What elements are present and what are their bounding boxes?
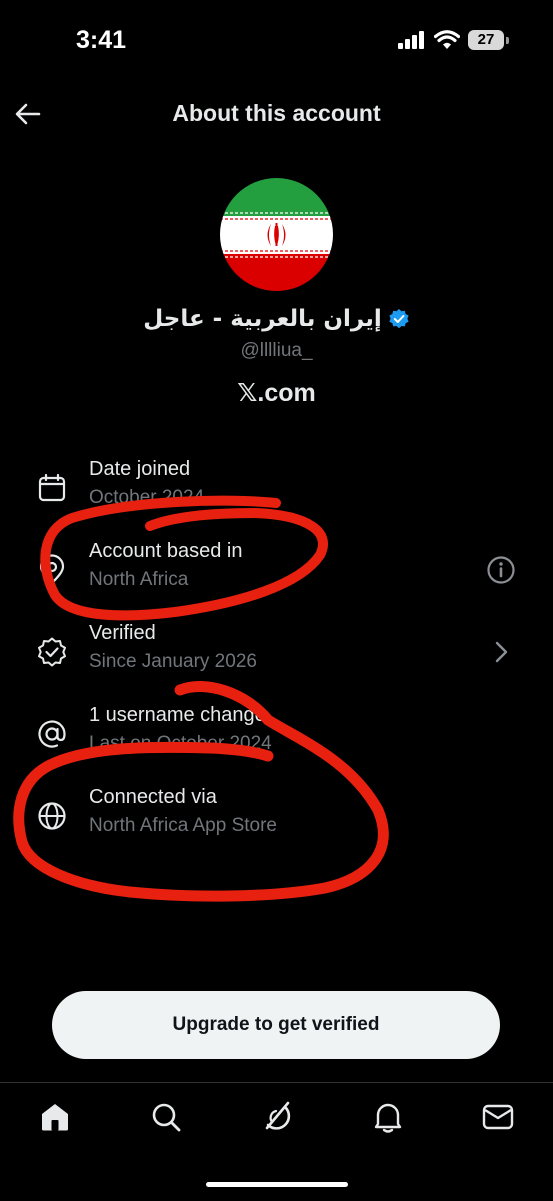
home-indicator — [206, 1182, 348, 1187]
row-username-changes: 1 username change Last on October 2024 — [0, 704, 553, 774]
avatar[interactable] — [220, 178, 333, 291]
username-handle: @lllliua_ — [240, 340, 313, 361]
info-icon[interactable] — [485, 554, 517, 586]
row-title: Verified — [89, 622, 156, 644]
status-time: 3:41 — [76, 26, 127, 54]
cellular-signal-icon — [398, 31, 424, 49]
status-indicators: 27 — [398, 30, 509, 50]
row-verified[interactable]: Verified Since January 2026 — [0, 622, 553, 692]
row-date-joined: Date joined October 2024 — [0, 458, 553, 528]
battery-level: 27 — [468, 30, 504, 50]
at-sign-icon — [38, 720, 66, 748]
display-name: إيران بالعربية - عاجل — [143, 306, 382, 332]
row-title: Account based in — [89, 540, 243, 562]
grok-icon[interactable] — [259, 1099, 295, 1135]
search-icon[interactable] — [148, 1099, 184, 1135]
display-name-row: إيران بالعربية - عاجل — [0, 306, 553, 332]
header: About this account — [0, 84, 553, 144]
row-subtitle: North Africa App Store — [89, 815, 277, 836]
location-pin-icon — [39, 554, 65, 585]
row-account-based-in: Account based in North Africa — [0, 540, 553, 610]
verified-badge-icon — [389, 309, 409, 329]
messages-icon[interactable] — [480, 1099, 516, 1135]
wifi-icon — [434, 30, 460, 49]
notifications-icon[interactable] — [370, 1099, 406, 1135]
domain-label: 𝕏.com — [237, 379, 316, 407]
row-title: 1 username change — [89, 704, 266, 726]
row-subtitle: North Africa — [89, 569, 189, 590]
row-subtitle: October 2024 — [89, 487, 205, 508]
iran-flag-image — [220, 178, 333, 291]
globe-icon — [38, 802, 66, 830]
row-title: Date joined — [89, 458, 191, 480]
row-subtitle: Since January 2026 — [89, 651, 257, 672]
row-title: Connected via — [89, 786, 217, 808]
page-title: About this account — [172, 100, 381, 126]
calendar-icon — [38, 473, 66, 502]
battery-icon: 27 — [468, 30, 509, 50]
status-bar: 3:41 27 — [0, 0, 553, 80]
row-connected-via: Connected via North Africa App Store — [0, 786, 553, 856]
home-icon[interactable] — [37, 1099, 73, 1135]
upgrade-button[interactable]: Upgrade to get verified — [52, 991, 500, 1059]
chevron-right-icon[interactable] — [485, 636, 517, 668]
verified-badge-icon — [38, 637, 66, 667]
row-subtitle: Last on October 2024 — [89, 733, 272, 754]
